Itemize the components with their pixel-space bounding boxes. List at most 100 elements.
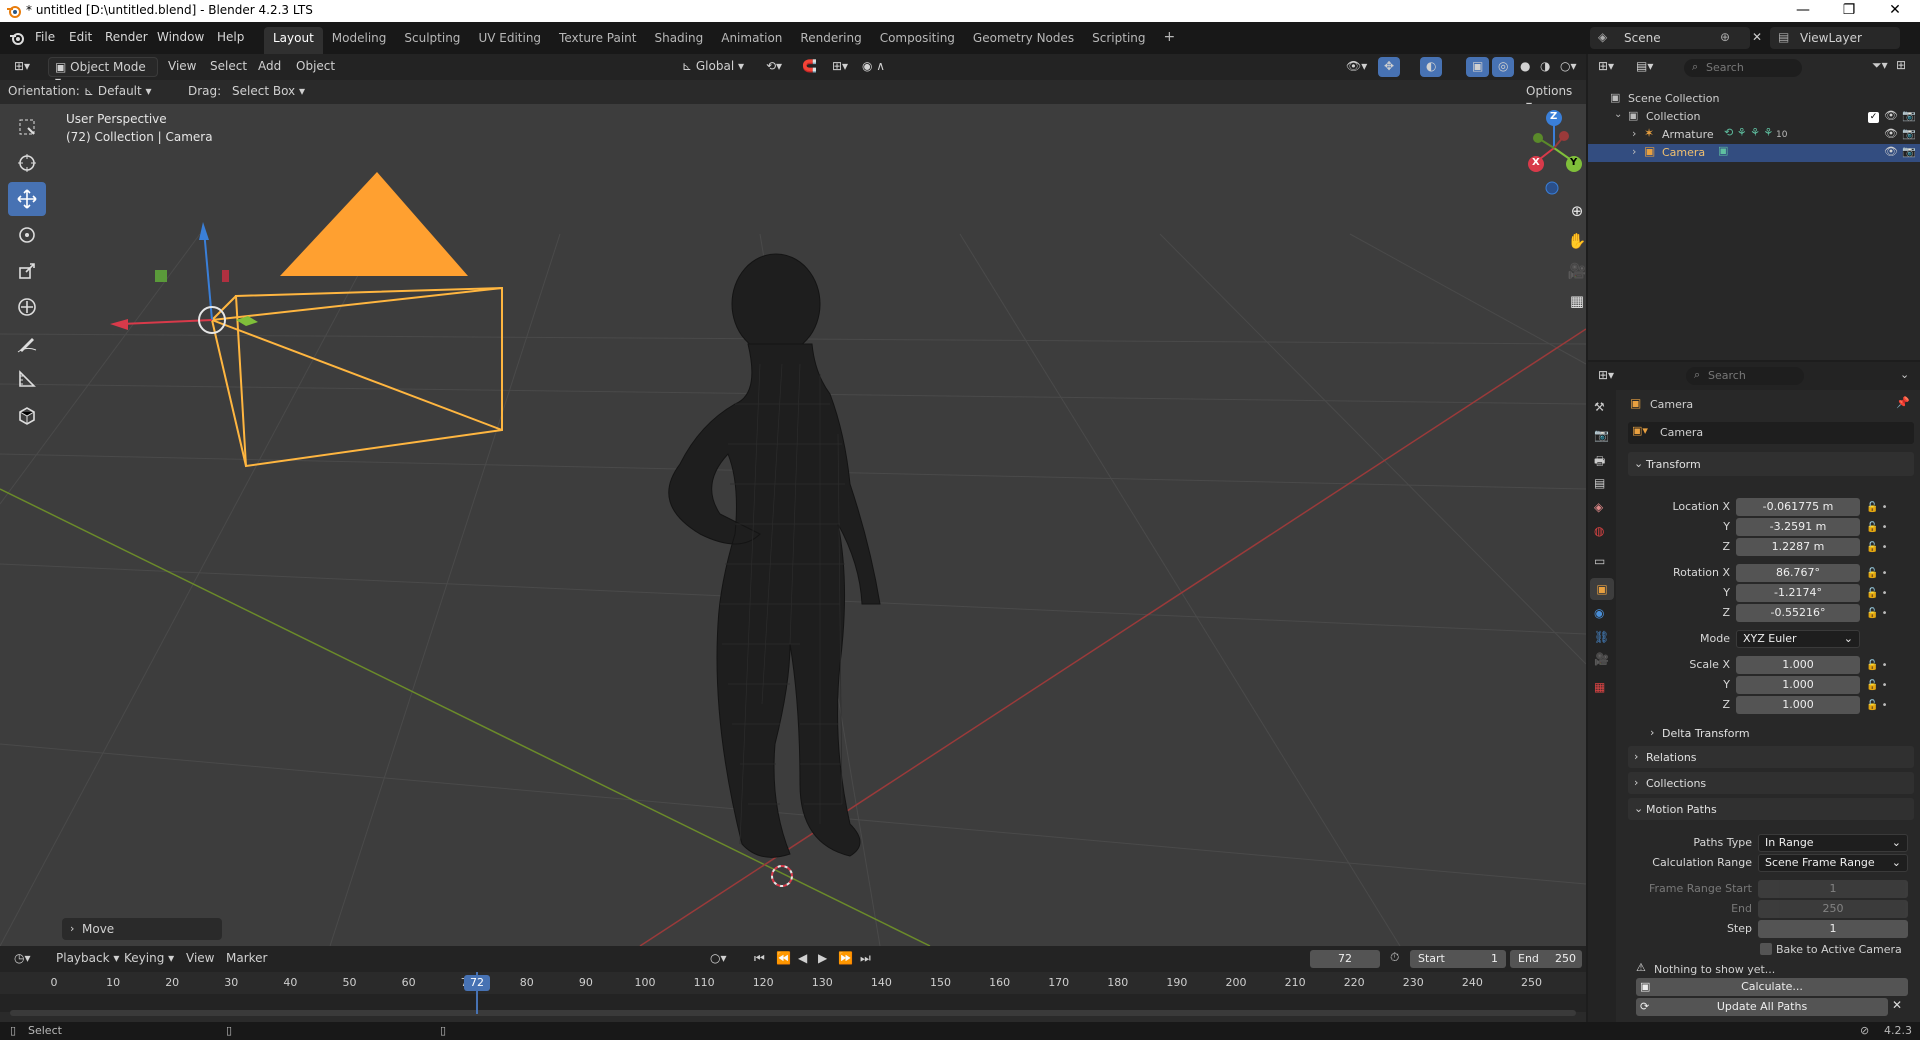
frame-range-start-field[interactable]: 1 (1758, 880, 1908, 898)
gizmo-toggle-icon[interactable]: ✥ (1378, 57, 1401, 77)
update-all-paths-button[interactable]: ⟳ Update All Paths (1636, 998, 1888, 1016)
rotation-x-field[interactable]: 86.767° (1736, 564, 1860, 582)
camera-view-icon[interactable]: 🎥 (1566, 262, 1586, 284)
scene-selector[interactable]: ◈ Scene ⊕ (1590, 27, 1750, 49)
frame-range-end-field[interactable]: 250 (1758, 900, 1908, 918)
timeline-editor-icon[interactable]: ◷▾ (8, 949, 37, 969)
rotate-tool[interactable] (8, 218, 46, 252)
gizmo-x-head[interactable] (110, 319, 128, 330)
play-icon[interactable]: ▶ (812, 949, 833, 969)
constraints-tab-icon[interactable]: ⛓ (1594, 630, 1609, 644)
relations-panel-header[interactable]: › Relations (1628, 746, 1914, 768)
add-menu[interactable]: Add (252, 57, 287, 77)
options-dropdown[interactable]: Options ▾ (1520, 82, 1586, 112)
jump-end-icon[interactable]: ⏭ (854, 949, 877, 969)
start-frame-field[interactable]: Start 1 (1410, 950, 1506, 968)
snap-icon[interactable]: 🧲 (796, 57, 823, 77)
scene-tab-icon[interactable]: ◈ (1594, 500, 1603, 514)
transform-tool[interactable] (8, 290, 46, 324)
lock-icon[interactable]: 🔓 • (1866, 518, 1888, 538)
output-tab-icon[interactable]: 🖶 (1594, 452, 1605, 473)
drag-dropdown[interactable]: Select Box ▾ (226, 82, 311, 102)
camera-render-icon[interactable]: 📷 (1902, 109, 1916, 122)
texture-tab-icon[interactable]: ▦ (1594, 680, 1605, 694)
navigation-gizmo[interactable] (1524, 110, 1584, 196)
clear-paths-icon[interactable]: ✕ (1892, 998, 1902, 1012)
editor-type-icon[interactable]: ⊞▾ (8, 57, 36, 77)
properties-editor-icon[interactable]: ⊞▾ (1592, 366, 1620, 386)
lock-icon[interactable]: 🔓 • (1866, 696, 1888, 716)
playback-menu[interactable]: Playback ▾ (50, 949, 125, 969)
timeline[interactable]: 0102030405060708090100110120130140150160… (0, 972, 1586, 1022)
render-tab-icon[interactable]: 📷 (1594, 428, 1609, 442)
orientation-dropdown[interactable]: ⊾ Default ▾ (78, 82, 158, 102)
object-tab-icon[interactable]: ▣ (1590, 578, 1614, 600)
chevron-down-icon[interactable]: ⌄ (1614, 109, 1622, 120)
select-box-tool[interactable] (8, 110, 46, 144)
wireframe-shading-icon[interactable]: ◎ (1492, 57, 1515, 77)
eye-icon[interactable]: 👁 (1884, 109, 1898, 122)
transform-panel-header[interactable]: ⌄ Transform (1628, 452, 1914, 476)
paths-type-dropdown[interactable]: In Range ⌄ (1758, 834, 1908, 852)
new-collection-icon[interactable]: ⊞ (1896, 58, 1906, 72)
camera-render-icon[interactable]: 📷 (1902, 127, 1916, 140)
camera-data-tab-icon[interactable]: 🎥 (1594, 652, 1609, 666)
gizmo-z-head[interactable] (199, 222, 209, 240)
location-z-field[interactable]: 1.2287 m (1736, 538, 1860, 556)
current-frame-field[interactable]: 72 (1310, 950, 1380, 968)
tool-tab-icon[interactable]: ⚒ (1594, 400, 1605, 414)
view-layer-tab-icon[interactable]: ▤ (1594, 476, 1605, 490)
close-scene-icon[interactable]: ✕ (1752, 30, 1762, 44)
scene-collection-row[interactable]: ▣ Scene Collection (1588, 90, 1920, 108)
measure-tool[interactable] (8, 362, 46, 396)
calculate-button[interactable]: ▣ Calculate... (1636, 978, 1908, 996)
lock-icon[interactable]: 🔓 • (1866, 604, 1888, 624)
motion-paths-panel-header[interactable]: ⌄ Motion Paths (1628, 798, 1914, 820)
pan-hand-icon[interactable]: ✋ (1566, 232, 1586, 254)
location-x-field[interactable]: -0.061775 m (1736, 498, 1860, 516)
frame-ruler[interactable]: 0102030405060708090100110120130140150160… (0, 972, 1586, 992)
camera-frustum[interactable] (211, 286, 503, 468)
scale-z-field[interactable]: 1.000 (1736, 696, 1860, 714)
mode-dropdown[interactable]: ▣ Object Mode ▾ (48, 57, 158, 88)
proportional-edit-icon[interactable]: ◉ ∧ (856, 57, 891, 77)
lock-icon[interactable]: 🔓 • (1866, 676, 1888, 696)
blender-menu-icon[interactable] (9, 30, 25, 46)
select-menu[interactable]: Select (204, 57, 253, 77)
pivot-icon[interactable]: ⟲▾ (760, 57, 788, 77)
outliner-item-armature[interactable]: › ✶ Armature ⟲ ⚘ ⚘ ⚘ 10 👁 📷 (1588, 126, 1920, 144)
overlay-toggle-icon[interactable]: ◐ (1420, 57, 1443, 77)
3d-viewport[interactable]: Z X Y ⊕ ✋ 🎥 ▦ User Perspective (72) Coll… (0, 104, 1586, 946)
rendered-shading-icon[interactable]: ○▾ (1554, 57, 1583, 77)
lock-icon[interactable]: 🔓 • (1866, 656, 1888, 676)
collection-tab-icon[interactable]: ▭ (1594, 554, 1605, 568)
visibility-icon[interactable]: 👁▾ (1340, 57, 1373, 77)
eye-icon[interactable]: 👁 (1884, 145, 1898, 158)
calculation-range-dropdown[interactable]: Scene Frame Range ⌄ (1758, 854, 1908, 872)
menu-help[interactable]: Help (210, 28, 251, 46)
minimize-button[interactable]: — (1780, 0, 1826, 22)
world-tab-icon[interactable]: ◍ (1594, 524, 1604, 538)
chevron-right-icon[interactable]: › (1632, 127, 1636, 140)
delta-transform-subpanel[interactable]: › Delta Transform (1640, 724, 1914, 744)
physics-tab-icon[interactable]: ◉ (1594, 606, 1604, 620)
lock-icon[interactable]: 🔓 • (1866, 564, 1888, 584)
outliner-editor-icon[interactable]: ⊞▾ (1592, 57, 1620, 77)
jump-start-icon[interactable]: ⏮ (748, 949, 771, 969)
gizmo-xz-plane[interactable] (222, 270, 229, 282)
perspective-grid-icon[interactable]: ▦ (1566, 292, 1586, 314)
exclude-checkbox[interactable]: ✓ (1868, 112, 1879, 123)
scale-y-field[interactable]: 1.000 (1736, 676, 1860, 694)
add-cube-tool[interactable] (8, 398, 46, 432)
camera-render-icon[interactable]: 📷 (1902, 145, 1916, 158)
last-operator-panel[interactable]: › Move (62, 918, 222, 940)
menu-render[interactable]: Render (98, 28, 155, 46)
outliner-item-camera[interactable]: › ▣ Camera ▣ 👁 📷 (1588, 144, 1920, 162)
properties-search[interactable]: ⌕ Search (1686, 367, 1804, 385)
rotation-z-field[interactable]: -0.55216° (1736, 604, 1860, 622)
camera-up-triangle[interactable] (280, 172, 468, 276)
play-reverse-icon[interactable]: ◀ (792, 949, 813, 969)
gizmo-yz-plane[interactable] (155, 270, 167, 282)
keying-menu[interactable]: Keying ▾ (118, 949, 180, 969)
record-keyframe-icon[interactable]: ○▾ (704, 949, 733, 969)
